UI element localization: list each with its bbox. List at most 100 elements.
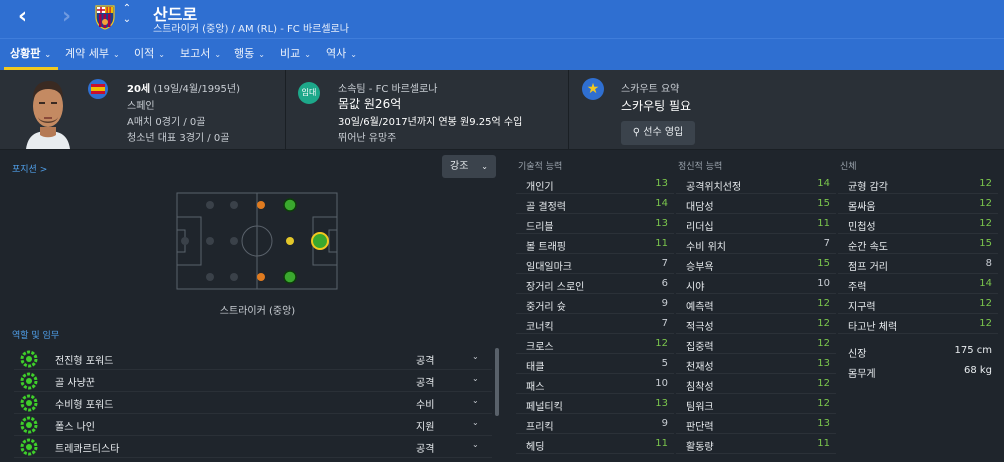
position-section-link[interactable]: 포지션 > xyxy=(12,162,47,175)
forward-button[interactable]: › xyxy=(62,6,84,28)
attribute-row: 일대일마크 7 xyxy=(516,254,674,274)
player-info-bar: 20세 (19일/4월/1995년) 스페인 A매치 0경기 / 0골 청소년 … xyxy=(0,70,1004,150)
attribute-value: 12 xyxy=(979,198,992,209)
attribute-value: 10 xyxy=(655,378,668,389)
attribute-row: 헤딩 11 xyxy=(516,434,674,454)
tab-history[interactable]: 역사 ⌄ xyxy=(326,39,357,70)
attribute-value: 11 xyxy=(817,438,830,449)
role-duty-select[interactable]: 공격 xyxy=(416,374,434,389)
player-position-club: 스트라이커 (중앙) / AM (RL) - FC 바르셀로나 xyxy=(153,24,349,35)
role-row[interactable]: 전진형 포워드 공격 ⌄ xyxy=(14,348,492,370)
attribute-row: 적극성 12 xyxy=(676,314,836,334)
loan-badge: 임대 xyxy=(298,82,320,104)
club-crest-icon[interactable] xyxy=(94,4,116,30)
attribute-value: 9 xyxy=(661,418,668,429)
physical-extra-name: 몸무게 xyxy=(848,369,876,380)
attribute-row: 팀워크 12 xyxy=(676,394,836,414)
accomplished-position-dot xyxy=(286,237,294,245)
attribute-name: 중거리 슛 xyxy=(526,302,566,313)
tab-compare[interactable]: 비교 ⌄ xyxy=(280,39,311,70)
attribute-row: 리더십 11 xyxy=(676,214,836,234)
emphasis-dropdown[interactable]: 강조 ⌄ xyxy=(442,155,496,178)
attribute-row: 몸싸움 12 xyxy=(838,194,998,214)
attribute-name: 코너킥 xyxy=(526,322,554,333)
attribute-name: 몸싸움 xyxy=(848,202,876,213)
role-rating-icon xyxy=(20,416,38,434)
attribute-value: 13 xyxy=(655,178,668,189)
nationality-flag-icon xyxy=(88,79,108,99)
attribute-row: 활동량 11 xyxy=(676,434,836,454)
role-rating-icon xyxy=(20,438,38,456)
attribute-row: 예측력 12 xyxy=(676,294,836,314)
attribute-value: 7 xyxy=(661,318,668,329)
attribute-name: 민첩성 xyxy=(848,222,876,233)
attribute-row: 타고난 체력 12 xyxy=(838,314,998,334)
attribute-row: 판단력 13 xyxy=(676,414,836,434)
attribute-name: 개인기 xyxy=(526,182,554,193)
attribute-row: 승부욕 15 xyxy=(676,254,836,274)
attribute-value: 11 xyxy=(655,238,668,249)
role-rating-icon xyxy=(20,372,38,390)
role-name: 골 사냥꾼 xyxy=(55,378,95,389)
attribute-value: 7 xyxy=(661,258,668,269)
role-row[interactable]: 골 사냥꾼 공격 ⌄ xyxy=(14,370,492,392)
technical-title: 기술적 능력 xyxy=(518,162,563,172)
tab-overview[interactable]: 상황판 ⌄ xyxy=(10,39,51,70)
attribute-value: 8 xyxy=(985,258,992,269)
natural-position-dot xyxy=(283,198,297,212)
role-rating-icon xyxy=(20,394,38,412)
role-duty-select[interactable]: 지원 xyxy=(416,418,434,433)
attribute-row: 중거리 슛 9 xyxy=(516,294,674,314)
attribute-name: 크로스 xyxy=(526,342,554,353)
tab-reports[interactable]: 보고서 ⌄ xyxy=(180,39,221,70)
role-name: 폴스 나인 xyxy=(55,422,95,433)
sign-player-button[interactable]: ⚲ 선수 영입 xyxy=(621,121,695,145)
attribute-name: 태클 xyxy=(526,362,545,373)
roles-scrollbar[interactable] xyxy=(495,348,499,416)
attribute-name: 리더십 xyxy=(686,222,714,233)
attribute-row: 크로스 12 xyxy=(516,334,674,354)
chevron-down-icon[interactable]: ⌄ xyxy=(472,440,479,449)
chevron-down-icon[interactable]: ⌄ xyxy=(472,396,479,405)
tab-actions[interactable]: 행동 ⌄ xyxy=(234,39,265,70)
youth-caps: 청소년 대표 3경기 / 0골 xyxy=(127,133,230,144)
role-name: 수비형 포워드 xyxy=(55,400,114,411)
attribute-row: 골 결정력 14 xyxy=(516,194,674,214)
role-duty-select[interactable]: 수비 xyxy=(416,396,434,411)
attribute-name: 페널티킥 xyxy=(526,402,563,413)
attribute-name: 승부욕 xyxy=(686,262,714,273)
role-row[interactable]: 트레콰르티스타 공격 ⌄ xyxy=(14,436,492,458)
position-pitch xyxy=(176,192,338,290)
role-duty-select[interactable]: 공격 xyxy=(416,352,434,367)
role-row[interactable]: 수비형 포워드 수비 ⌄ xyxy=(14,392,492,414)
attribute-value: 12 xyxy=(817,398,830,409)
attribute-row: 주력 14 xyxy=(838,274,998,294)
scout-star-icon: ★ xyxy=(582,78,604,100)
role-rating-icon xyxy=(20,350,38,368)
attribute-row: 드리블 13 xyxy=(516,214,674,234)
attribute-value: 11 xyxy=(655,438,668,449)
search-icon: ⚲ xyxy=(632,127,641,138)
tab-contract[interactable]: 계약 세부 ⌄ xyxy=(65,39,120,70)
divider xyxy=(568,70,569,150)
chevron-down-icon[interactable]: ⌄ xyxy=(472,352,479,361)
chevron-down-icon[interactable]: ⌄ xyxy=(472,374,479,383)
attribute-value: 12 xyxy=(817,298,830,309)
player-switch-arrows-icon[interactable]: ⌃ ⌄ xyxy=(121,3,133,25)
attribute-name: 주력 xyxy=(848,282,867,293)
tab-transfer[interactable]: 이적 ⌄ xyxy=(134,39,165,70)
attribute-row: 침착성 12 xyxy=(676,374,836,394)
attribute-value: 12 xyxy=(817,318,830,329)
attribute-name: 수비 위치 xyxy=(686,242,726,253)
attribute-value: 12 xyxy=(655,338,668,349)
physical-extra-name: 신장 xyxy=(848,349,867,360)
attribute-name: 점프 거리 xyxy=(848,262,888,273)
role-row[interactable]: 폴스 나인 지원 ⌄ xyxy=(14,414,492,436)
attribute-name: 골 결정력 xyxy=(526,202,566,213)
chevron-down-icon[interactable]: ⌄ xyxy=(472,418,479,427)
role-duty-select[interactable]: 공격 xyxy=(416,440,434,455)
attribute-row: 민첩성 12 xyxy=(838,214,998,234)
attribute-name: 예측력 xyxy=(686,302,714,313)
back-button[interactable]: ‹ xyxy=(18,6,40,28)
mental-title: 정신적 능력 xyxy=(678,162,723,172)
